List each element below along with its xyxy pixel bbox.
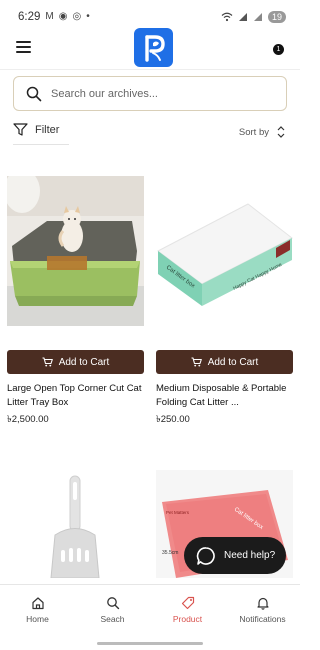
- product-image-litter-tray[interactable]: [7, 176, 144, 326]
- app-header: 1: [0, 26, 300, 70]
- search-icon: [106, 596, 119, 609]
- nav-search-label: Seach: [100, 613, 125, 624]
- cart-count-badge[interactable]: 1: [273, 44, 284, 55]
- chat-bubble-icon: [196, 546, 215, 565]
- bell-icon: [256, 597, 269, 610]
- add-to-cart-button[interactable]: Add to Cart: [156, 350, 293, 374]
- product-card[interactable]: [7, 470, 144, 578]
- dot-icon: •: [86, 11, 90, 22]
- cart-icon: [42, 357, 53, 367]
- need-help-label: Need help?: [224, 550, 276, 561]
- product-price: ৳2,500.00: [7, 414, 49, 425]
- messenger-icon: ◉: [58, 11, 68, 22]
- add-to-cart-label: Add to Cart: [58, 356, 110, 368]
- battery-level: 19: [267, 11, 286, 23]
- sort-label: Sort by: [238, 126, 269, 138]
- filter-button[interactable]: Filter: [13, 123, 69, 145]
- sort-chevron-icon: [277, 126, 285, 138]
- pink-box-brand-print: Pet Matters: [166, 510, 190, 515]
- status-time: 6:29: [18, 11, 41, 23]
- filter-label: Filter: [35, 123, 60, 136]
- sort-dropdown[interactable]: Sort by: [239, 126, 285, 138]
- product-title[interactable]: Large Open Top Corner Cut Cat Litter Tra…: [7, 382, 144, 410]
- product-price: ৳250.00: [156, 414, 190, 425]
- product-image-litter-scoop[interactable]: [7, 470, 144, 578]
- product-card[interactable]: Cat litter box Happy Cat Happy Home Add …: [156, 176, 293, 428]
- status-right: 19: [221, 11, 286, 23]
- add-to-cart-label: Add to Cart: [207, 356, 259, 368]
- gmail-icon: M: [45, 11, 54, 22]
- product-card[interactable]: Add to Cart Large Open Top Corner Cut Ca…: [7, 176, 144, 428]
- brand-logo-mark: [144, 34, 165, 62]
- camera-icon: ◎: [72, 11, 82, 22]
- pink-box-dimension-print: 35.5cm: [162, 550, 178, 556]
- product-image-folding-box[interactable]: Cat litter box Happy Cat Happy Home: [156, 176, 293, 326]
- nav-notifications-label: Notifications: [239, 613, 286, 624]
- status-left: 6:29 M ◉ ◎ •: [18, 11, 90, 23]
- brand-logo-icon[interactable]: [134, 28, 173, 67]
- litter-tray-illustration: [7, 176, 144, 326]
- search-input[interactable]: [51, 87, 271, 100]
- nav-home[interactable]: Home: [0, 585, 75, 634]
- signal-icon: [253, 13, 262, 21]
- cart-icon: [191, 357, 202, 367]
- need-help-chat-button[interactable]: Need help?: [184, 537, 286, 574]
- nav-search[interactable]: Seach: [75, 585, 150, 634]
- litter-scoop-illustration: [7, 470, 144, 578]
- add-to-cart-button[interactable]: Add to Cart: [7, 350, 144, 374]
- nav-product-label: Product: [172, 613, 203, 624]
- product-title[interactable]: Medium Disposable & Portable Folding Cat…: [156, 382, 293, 410]
- filter-icon: [13, 123, 28, 136]
- nav-notifications[interactable]: Notifications: [225, 585, 300, 634]
- search-bar[interactable]: [13, 76, 287, 111]
- bottom-navigation: Home Seach Product Notifications: [0, 584, 300, 634]
- folding-box-illustration: Cat litter box Happy Cat Happy Home: [156, 176, 293, 326]
- tag-icon: [181, 596, 194, 609]
- wifi-icon: [221, 12, 233, 22]
- home-icon: [31, 596, 44, 609]
- system-home-indicator[interactable]: [97, 642, 203, 645]
- nav-product[interactable]: Product: [150, 585, 225, 634]
- hamburger-menu-icon[interactable]: [16, 41, 31, 53]
- signal-icon: [238, 13, 247, 21]
- search-icon: [26, 86, 42, 101]
- nav-home-label: Home: [26, 613, 49, 624]
